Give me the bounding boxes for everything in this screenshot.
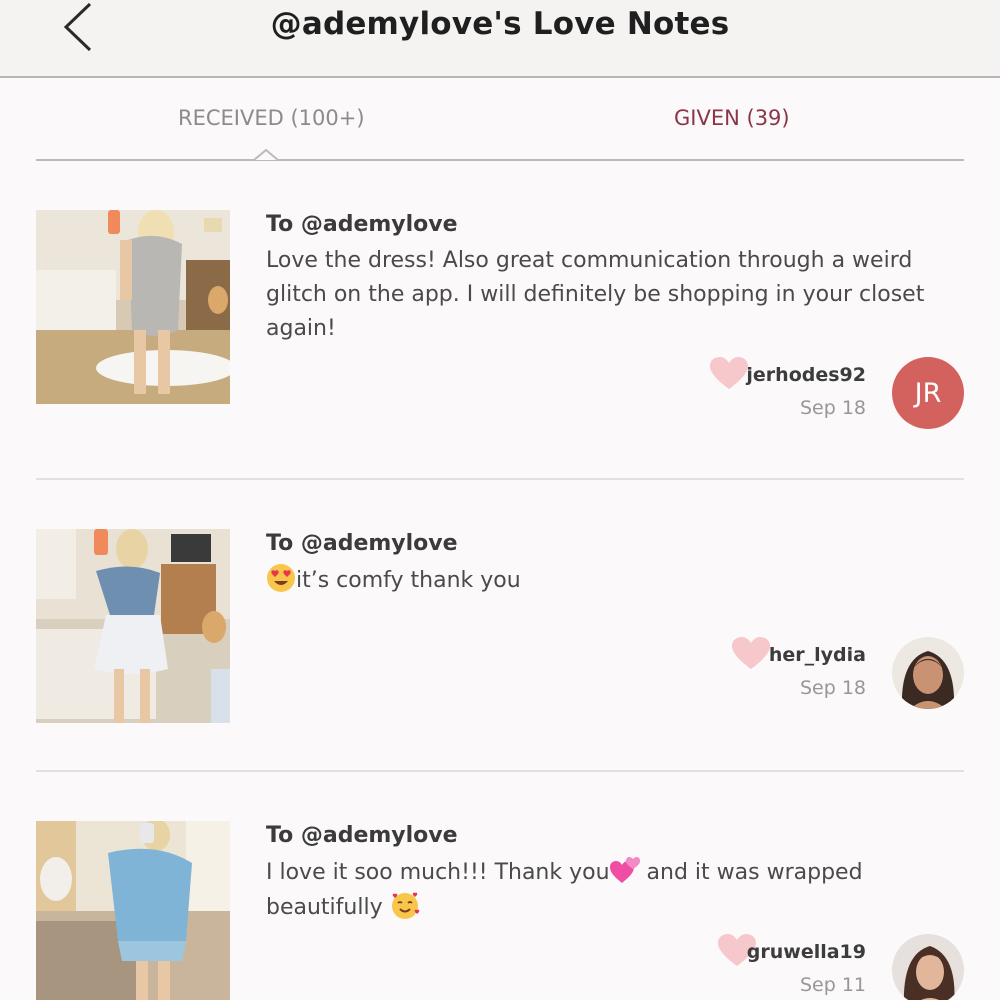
note-message-text: I love it soo much!!! Thank you xyxy=(266,860,610,885)
note-date: Sep 11 xyxy=(799,974,866,996)
listing-photo[interactable] xyxy=(36,821,230,1000)
love-note-card: To @ademylove Love the dress! Also great… xyxy=(36,210,964,440)
app-header: @ademylove's Love Notes xyxy=(0,0,1000,78)
love-note-card: To @ademylove I love it soo much!!! Than… xyxy=(36,821,964,1000)
heart-eyes-emoji-icon xyxy=(266,563,296,593)
love-note-card: To @ademylove it’s comfy thank you her_l… xyxy=(36,529,964,729)
note-date: Sep 18 xyxy=(799,397,866,419)
page-title: @ademylove's Love Notes xyxy=(270,6,730,42)
sender-username[interactable]: her_lydia xyxy=(769,644,866,666)
sender-username[interactable]: jerhodes92 xyxy=(746,364,866,386)
note-divider xyxy=(36,770,964,772)
tab-given-count: (39) xyxy=(746,106,790,130)
tab-received-label: RECEIVED xyxy=(178,106,284,130)
two-hearts-emoji-icon xyxy=(609,855,640,885)
note-recipient: To @ademylove xyxy=(266,531,458,556)
tab-given-label: GIVEN xyxy=(674,106,740,130)
note-message: Love the dress! Also great communication… xyxy=(266,248,925,341)
smiling-face-with-hearts-emoji-icon xyxy=(390,890,420,920)
heart-icon[interactable] xyxy=(710,357,748,391)
note-message-text: it’s comfy thank you xyxy=(296,568,521,593)
note-recipient: To @ademylove xyxy=(266,212,458,237)
listing-photo[interactable] xyxy=(36,529,230,723)
avatar[interactable] xyxy=(892,934,964,1000)
heart-icon[interactable] xyxy=(732,637,770,671)
avatar[interactable] xyxy=(892,637,964,709)
note-divider xyxy=(36,478,964,480)
avatar[interactable]: JR xyxy=(892,357,964,429)
tab-bar: RECEIVED (100+) GIVEN (39) xyxy=(36,78,964,162)
note-message: I love it soo much!!! Thank you and it w… xyxy=(266,855,966,925)
tab-underline xyxy=(36,159,964,161)
listing-photo[interactable] xyxy=(36,210,230,404)
sender-username[interactable]: gruwella19 xyxy=(747,941,866,963)
note-recipient: To @ademylove xyxy=(266,823,458,848)
tab-given[interactable]: GIVEN (39) xyxy=(674,106,790,130)
note-date: Sep 18 xyxy=(799,677,866,699)
note-message: it’s comfy thank you xyxy=(266,563,966,598)
tab-received-count: (100+) xyxy=(290,106,365,130)
tab-received[interactable]: RECEIVED (100+) xyxy=(178,106,365,130)
active-tab-pointer-icon xyxy=(254,149,278,161)
